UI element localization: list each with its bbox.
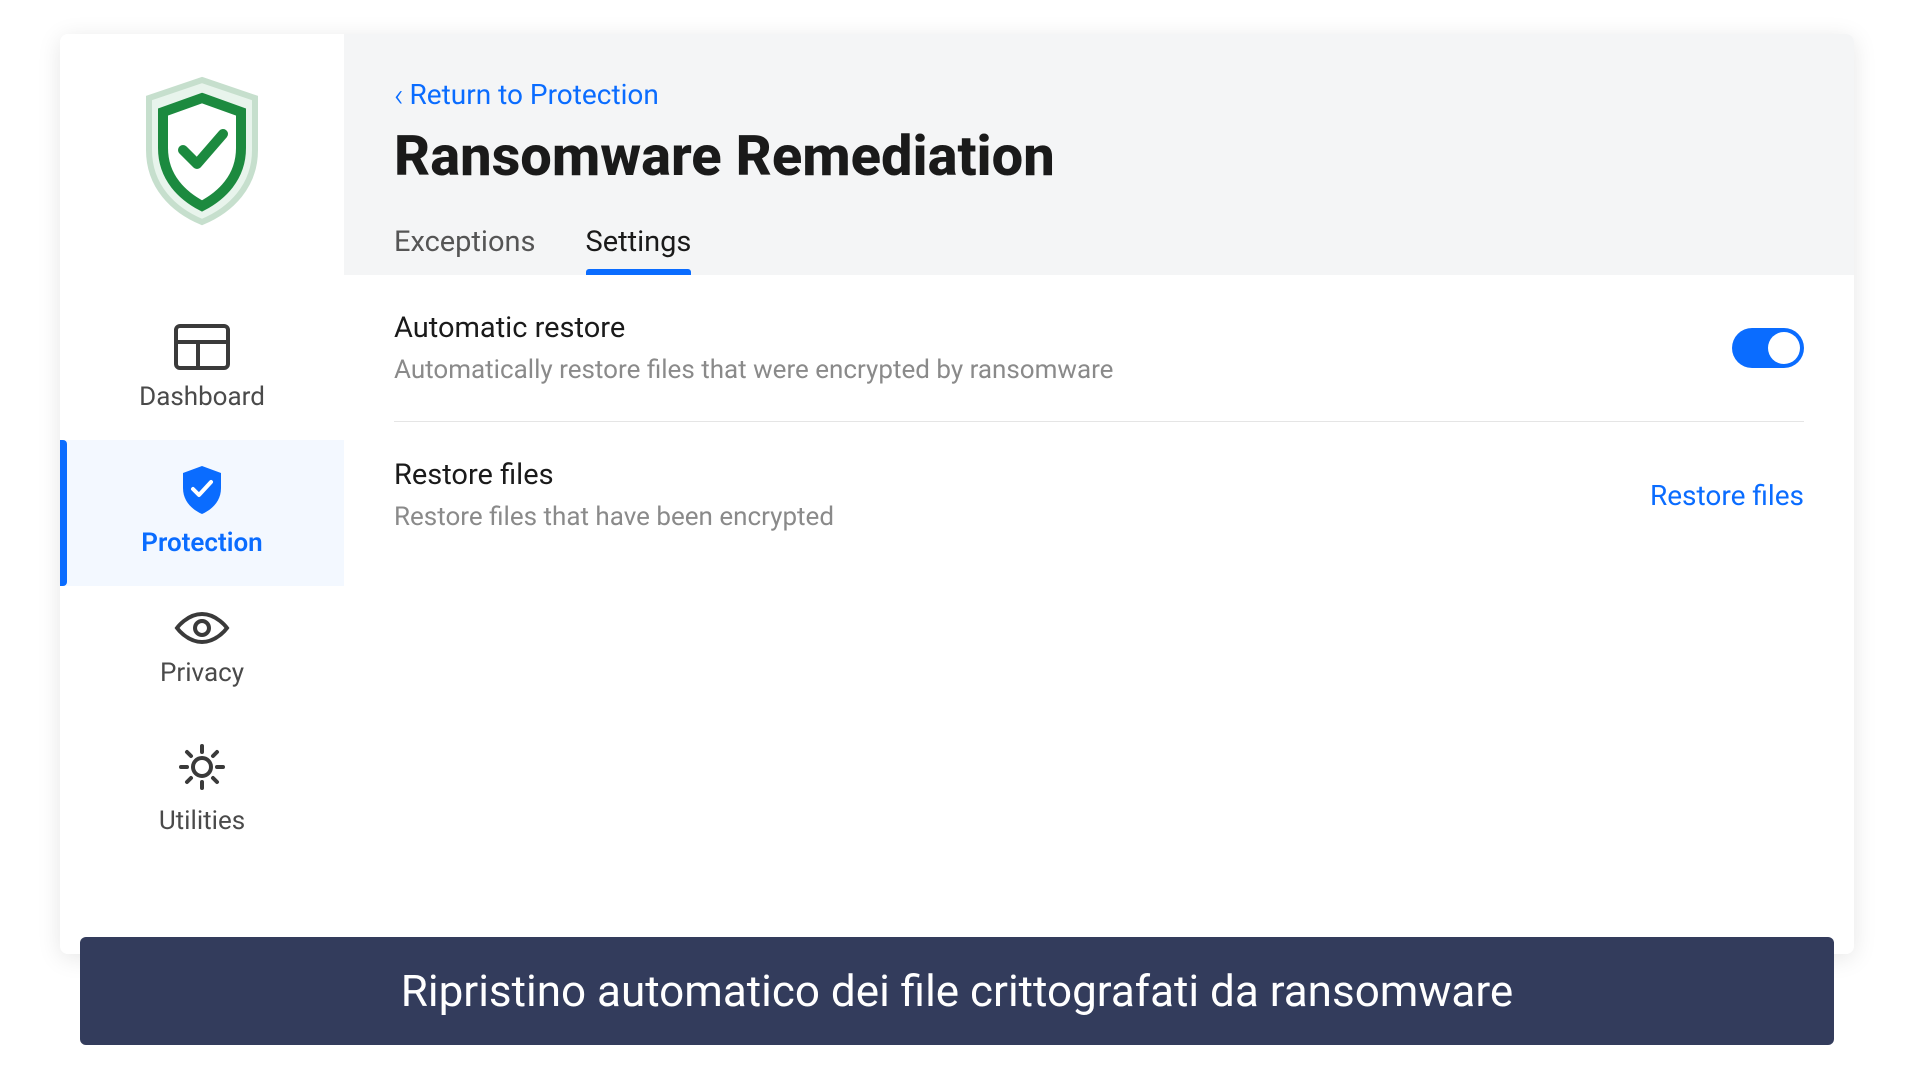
shield-icon — [179, 464, 225, 516]
back-link-label: Return to Protection — [410, 78, 659, 111]
page-header: ‹ Return to Protection Ransomware Remedi… — [344, 34, 1854, 275]
gear-icon — [175, 740, 229, 794]
setting-text: Automatic restore Automatically restore … — [394, 311, 1732, 385]
sidebar-item-utilities[interactable]: Utilities — [60, 716, 344, 864]
sidebar-item-privacy[interactable]: Privacy — [60, 586, 344, 716]
tabs: Exceptions Settings — [394, 217, 1804, 275]
setting-restore-files: Restore files Restore files that have be… — [394, 422, 1804, 568]
automatic-restore-toggle[interactable] — [1732, 328, 1804, 368]
sidebar-item-dashboard[interactable]: Dashboard — [60, 300, 344, 440]
sidebar-item-label: Privacy — [160, 658, 244, 688]
sidebar: Dashboard Protection P — [60, 34, 344, 954]
main-panel: ‹ Return to Protection Ransomware Remedi… — [344, 34, 1854, 954]
sidebar-item-label: Protection — [141, 528, 262, 558]
caption-overlay: Ripristino automatico dei file crittogra… — [80, 937, 1834, 1045]
app-window: Dashboard Protection P — [60, 34, 1854, 1045]
setting-title: Automatic restore — [394, 311, 1732, 345]
app-logo-icon — [137, 76, 267, 230]
chevron-left-icon: ‹ — [394, 79, 404, 111]
sidebar-item-label: Dashboard — [139, 382, 265, 412]
back-link[interactable]: ‹ Return to Protection — [394, 78, 659, 111]
tab-exceptions[interactable]: Exceptions — [394, 217, 536, 275]
page-title: Ransomware Remediation — [394, 123, 1804, 189]
setting-text: Restore files Restore files that have be… — [394, 458, 1620, 532]
setting-description: Restore files that have been encrypted — [394, 502, 1620, 532]
setting-automatic-restore: Automatic restore Automatically restore … — [394, 275, 1804, 422]
sidebar-item-protection[interactable]: Protection — [60, 440, 344, 586]
dashboard-icon — [174, 324, 230, 370]
setting-title: Restore files — [394, 458, 1620, 492]
sidebar-item-label: Utilities — [159, 806, 245, 836]
eye-icon — [173, 610, 231, 646]
settings-content: Automatic restore Automatically restore … — [344, 275, 1854, 568]
tab-settings[interactable]: Settings — [586, 217, 692, 275]
setting-description: Automatically restore files that were en… — [394, 355, 1732, 385]
restore-files-link[interactable]: Restore files — [1620, 479, 1804, 512]
app-shell: Dashboard Protection P — [60, 34, 1854, 954]
